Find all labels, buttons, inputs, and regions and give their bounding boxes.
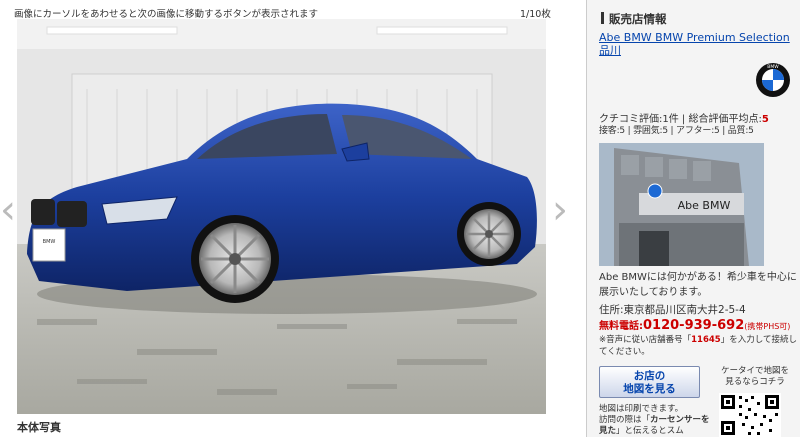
print-note: 地図は印刷できます。 訪問の際は「カーセンサーを見た」と伝えるとスム [599,404,711,437]
car-photo[interactable]: BMW [17,19,546,414]
svg-text:Abe BMW: Abe BMW [678,199,731,212]
dealer-shop-photo: Abe BMW [599,143,764,266]
print-note-prefix: 訪問の際は「 [599,415,651,425]
view-map-button[interactable]: お店の 地図を見る [599,366,700,398]
photo-caption: 本体写真 [17,421,61,434]
print-note-line1: 地図は印刷できます。 [599,404,684,414]
rating-average: 5 [761,114,769,125]
photo-gallery: 画像にカーソルをあわせると次の画像に移動するボタンが表示されます 1/10枚 B… [0,0,586,437]
free-phone: 無料電話:0120-939-692(携帯PHS可) [599,317,790,333]
print-note-suffix: 」と伝えるとスム [616,426,684,436]
phone-note: (携帯PHS可) [744,322,791,331]
prev-image-arrow[interactable]: ‹ [0,190,16,230]
phone-label: 無料電話: [599,321,643,332]
phone-guide: ※音声に従い店舗番号「11645」を入力して接続してください。 [599,334,797,358]
svg-text:BMW: BMW [43,239,56,245]
dealer-section-title: 販売店情報 [601,11,667,27]
svg-text:BMW: BMW [767,64,779,70]
guide-prefix: ※音声に従い店舗番号「 [599,335,692,345]
rating-detail: 接客:5 | 雰囲気:5 | アフター:5 | 品質:5 [599,126,754,136]
mobile-map-note: ケータイで地図を 見るならコチラ [715,366,795,388]
phone-number[interactable]: 0120-939-692 [643,318,744,333]
dealer-address: 住所:東京都品川区南大井2-5-4 [599,304,746,316]
gallery-hint: 画像にカーソルをあわせると次の画像に移動するボタンが表示されます [14,9,319,20]
mobile-line1: ケータイで地図を [720,366,789,376]
dealer-info-panel: 販売店情報 Abe BMW BMW Premium Selection 品川 B… [586,0,800,437]
mobile-line2: 見るならコチラ [725,377,785,387]
map-button-line2: 地図を見る [623,383,676,395]
dealer-description: Abe BMWには何かがある！希少車を中心に展示いたしております。 [599,272,797,298]
image-counter: 1/10枚 [520,9,551,20]
bmw-logo: BMW [756,63,790,97]
car-photo-image: BMW [17,19,546,414]
print-note-line2: 訪問の際は「カーセンサーを見た」と伝えるとスム [599,415,711,437]
next-image-arrow[interactable]: › [552,190,568,230]
map-button-line1: お店の [633,370,666,382]
shop-number: 11645 [691,335,721,345]
qr-code-icon[interactable] [719,393,781,437]
dealer-name-link[interactable]: Abe BMW BMW Premium Selection 品川 [599,31,795,57]
